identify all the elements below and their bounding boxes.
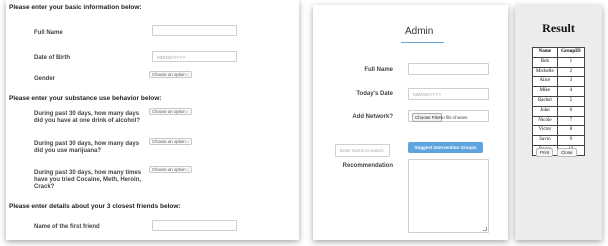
- result-table: Name GroupID Bob 1 Michelle 2 Alice 3 Mike 4…: [532, 47, 586, 156]
- admin-panel: Admin Full Name Today's Date MM/DD/YYYY …: [313, 5, 508, 240]
- table-row: John 6: [532, 105, 586, 117]
- cell-name: Savio: [532, 135, 558, 146]
- cell-name: John: [532, 105, 558, 117]
- cell-group: 5: [556, 95, 586, 107]
- cell-name: Mike: [532, 86, 558, 97]
- print-button[interactable]: Print: [536, 148, 554, 157]
- todays-date-label: Today's Date: [356, 91, 393, 97]
- cell-name: Nicole: [532, 115, 558, 127]
- marijuana-select[interactable]: Choose an option ↕: [149, 138, 192, 145]
- dob-input[interactable]: MM/DD/YYYY: [152, 51, 237, 62]
- cell-name: Bob: [532, 56, 558, 68]
- result-panel: Result Name GroupID Bob 1 Michelle 2 Alice…: [515, 5, 602, 240]
- todays-date-input[interactable]: MM/DD/YYYY: [408, 88, 489, 100]
- table-row: Rachel 5: [532, 95, 586, 107]
- first-friend-label: Name of the first friend: [34, 224, 100, 230]
- column-header: GroupID: [556, 47, 586, 58]
- table-row: Victor 8: [532, 125, 586, 137]
- title-underline: [401, 42, 444, 43]
- admin-full-name-label: Full Name: [364, 67, 393, 73]
- table-row: Mike 4: [532, 86, 586, 97]
- search-name-input[interactable]: Enter Name to search: [335, 144, 390, 157]
- questionnaire-panel: Please enter your basic information belo…: [6, 0, 299, 240]
- cell-group: 9: [556, 135, 586, 146]
- search-placeholder: Enter Name to search: [340, 148, 384, 153]
- cell-group: 7: [556, 115, 586, 127]
- table-row: Savio 9: [532, 135, 586, 146]
- cell-name: Victor: [532, 125, 558, 137]
- cell-group: 4: [556, 86, 586, 97]
- recommendation-textarea[interactable]: [408, 159, 489, 233]
- first-friend-input[interactable]: [152, 220, 237, 231]
- cell-group: 8: [556, 125, 586, 137]
- close-button[interactable]: Close: [557, 148, 577, 157]
- marijuana-question: During past 30 days, how many days did y…: [34, 141, 140, 154]
- table-row: Nicole 7: [532, 115, 586, 127]
- dob-placeholder: MM/DD/YYYY: [157, 55, 186, 60]
- basic-info-header: Please enter your basic information belo…: [9, 4, 142, 11]
- cell-name: Michelle: [532, 66, 558, 78]
- alcohol-question: During past 30 days, how many days did y…: [34, 111, 141, 124]
- admin-full-name-input[interactable]: [408, 63, 489, 75]
- choose-file-button[interactable]: Choose File: [412, 113, 443, 122]
- table-header-row: Name GroupID: [532, 47, 586, 58]
- alcohol-select[interactable]: Choose an option ↕: [149, 108, 192, 115]
- hard-drugs-question: During past 30 days, how many times have…: [34, 170, 142, 190]
- full-name-input[interactable]: [152, 25, 237, 36]
- result-title: Result: [542, 21, 575, 35]
- friends-header: Please enter details about your 3 closes…: [9, 203, 181, 210]
- dob-label: Date of Birth: [34, 55, 70, 61]
- suggest-groups-button[interactable]: Suggest Intervention Groups: [408, 142, 483, 153]
- cell-group: 6: [556, 105, 586, 117]
- gender-label: Gender: [34, 76, 56, 82]
- cell-group: 1: [556, 56, 586, 68]
- admin-title: Admin: [405, 26, 434, 37]
- add-network-label: Add Network?: [352, 114, 393, 120]
- date-placeholder: MM/DD/YYYY: [413, 92, 442, 97]
- column-header: Name: [532, 47, 558, 58]
- gender-select[interactable]: Choose an option ↕: [149, 71, 192, 78]
- cell-name: Rachel: [532, 95, 558, 107]
- cell-name: Alice: [532, 76, 558, 88]
- cell-group: 2: [556, 66, 586, 78]
- substance-header: Please enter your substance use behavior…: [9, 95, 162, 102]
- resize-handle[interactable]: [483, 227, 487, 231]
- table-row: Michelle 2: [532, 66, 586, 78]
- no-file-text: No file chosen: [439, 115, 468, 120]
- table-row: Bob 1: [532, 56, 586, 68]
- table-row: Alice 3: [532, 76, 586, 88]
- hard-drugs-select[interactable]: Choose an option ↕: [149, 166, 192, 173]
- full-name-label: Full Name: [34, 30, 63, 36]
- recommendation-label: Recommendation: [342, 163, 393, 169]
- cell-group: 3: [556, 76, 586, 88]
